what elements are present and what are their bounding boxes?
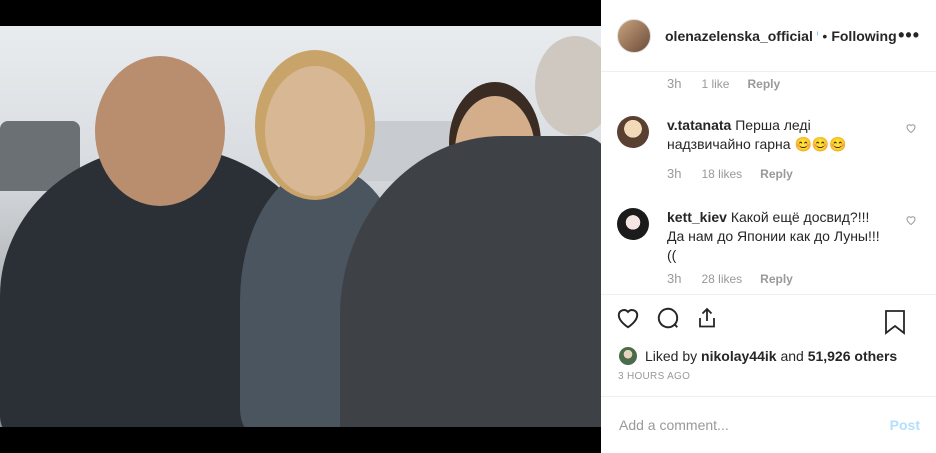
comment-time: 3h <box>667 76 682 91</box>
following-button[interactable]: Following <box>831 28 896 44</box>
add-comment-bar: Post <box>601 396 936 453</box>
liker-username[interactable]: nikolay44ik <box>701 348 777 364</box>
comment-likes[interactable]: 18 likes <box>701 167 742 181</box>
liker-avatar[interactable] <box>619 347 637 365</box>
like-heart-icon[interactable] <box>615 305 655 336</box>
comment-item: v.tatanata Перша леді надзвичайно гарна … <box>617 116 917 181</box>
photo-person-woman-head <box>265 66 365 196</box>
comment-item: 3h 1 like Reply <box>617 76 917 91</box>
commenter-username[interactable]: v.tatanata <box>667 117 731 133</box>
author-username[interactable]: olenazelenska_official <box>665 28 813 44</box>
header-separator: • <box>822 27 828 44</box>
post-comment-button[interactable]: Post <box>890 417 920 433</box>
verified-badge-icon: ᶦ <box>816 30 819 41</box>
liked-by: Liked by nikolay44ik and 51,926 others <box>601 345 936 367</box>
liked-by-prefix: Liked by <box>645 348 698 364</box>
post-photo[interactable] <box>0 26 601 427</box>
commenter-username[interactable]: kett_kiev <box>667 209 727 225</box>
comment-item: kett_kiev Какой ещё досвид?!!! Да нам до… <box>617 208 917 286</box>
photo-person-right-head <box>535 36 601 136</box>
add-comment-input[interactable] <box>617 416 890 434</box>
comment-time: 3h <box>667 166 682 181</box>
post-timestamp[interactable]: 3 HOURS AGO <box>601 367 936 395</box>
commenter-avatar[interactable] <box>617 208 649 240</box>
comment-reply-button[interactable]: Reply <box>760 167 793 181</box>
comment-like-icon[interactable] <box>905 122 917 134</box>
author-avatar[interactable] <box>617 18 651 53</box>
post-actions <box>601 295 936 345</box>
comment-likes[interactable]: 28 likes <box>701 272 742 286</box>
comment-bubble-icon[interactable] <box>655 305 695 336</box>
comment-time: 3h <box>667 271 682 286</box>
post-header: olenazelenska_official ᶦ • Following ••• <box>601 0 936 72</box>
bookmark-icon[interactable] <box>884 309 920 340</box>
photo-person-left-head <box>95 56 225 206</box>
comment-likes[interactable]: 1 like <box>701 77 729 91</box>
more-options-icon[interactable]: ••• <box>898 25 920 46</box>
liked-by-others[interactable]: 51,926 others <box>808 348 898 364</box>
post-sidebar: olenazelenska_official ᶦ • Following •••… <box>601 0 936 453</box>
post-photo-pane <box>0 0 601 453</box>
share-icon[interactable] <box>695 305 733 336</box>
comments-list[interactable]: 3h 1 like Reply v.tatanata Перша леді на… <box>601 72 936 295</box>
comment-reply-button[interactable]: Reply <box>747 77 780 91</box>
liked-by-conj: and <box>780 348 804 364</box>
comment-like-icon[interactable] <box>905 214 917 226</box>
comment-reply-button[interactable]: Reply <box>760 272 793 286</box>
commenter-avatar[interactable] <box>617 116 649 148</box>
